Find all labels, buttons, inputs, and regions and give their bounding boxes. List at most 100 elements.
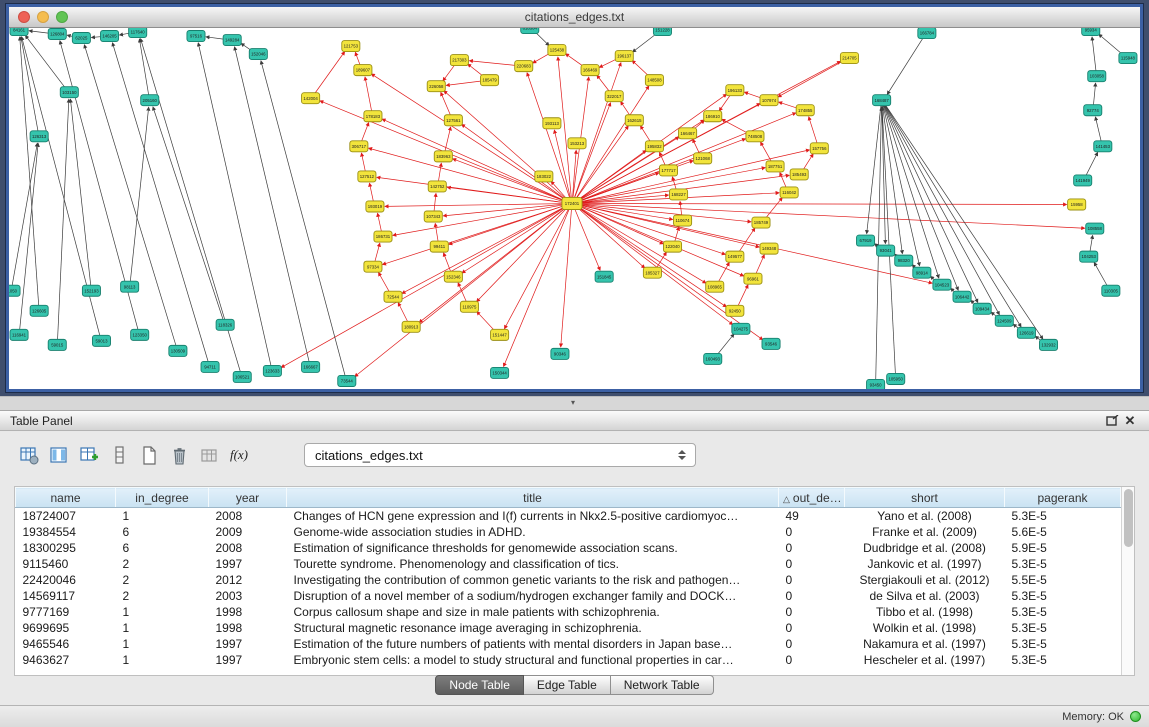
graph-node[interactable]: 107343 (424, 211, 442, 222)
table-row[interactable]: 2242004622012Investigating the contribut… (16, 572, 1121, 588)
cell-title[interactable]: Corpus callosum shape and size in male p… (287, 604, 779, 620)
new-table-icon[interactable] (136, 442, 162, 468)
cell-pagerank[interactable]: 5.3E-5 (1005, 604, 1121, 620)
graph-node[interactable]: 110975 (460, 301, 478, 312)
graph-node[interactable]: 151447 (491, 329, 509, 340)
graph-node[interactable]: 104523 (933, 279, 951, 290)
cell-in_degree[interactable]: 2 (116, 556, 209, 572)
graph-node[interactable]: 148508 (645, 75, 663, 86)
cell-title[interactable]: Estimation of significance thresholds fo… (287, 540, 779, 556)
graph-node[interactable]: 168227 (670, 189, 688, 200)
graph-node[interactable]: 62025 (72, 33, 90, 44)
graph-node[interactable]: 97516 (187, 31, 205, 42)
cell-year[interactable]: 1998 (209, 620, 287, 636)
cell-in_degree[interactable]: 2 (116, 572, 209, 588)
graph-node[interactable]: 152193 (82, 285, 100, 296)
cell-year[interactable]: 1997 (209, 556, 287, 572)
cell-short[interactable]: Jankovic et al. (1997) (845, 556, 1005, 572)
graph-node[interactable]: 226058 (427, 81, 445, 92)
window-titlebar[interactable]: citations_edges.txt (9, 7, 1140, 28)
table-row[interactable]: 911546021997Tourette syndrome. Phenomeno… (16, 556, 1121, 572)
column-header-short[interactable]: short (845, 488, 1005, 508)
column-header-title[interactable]: title (287, 488, 779, 508)
cell-out_degree[interactable]: 0 (779, 524, 845, 540)
graph-hub-node[interactable]: 172401 (562, 197, 582, 209)
graph-node[interactable]: 67919 (856, 235, 874, 246)
graph-node[interactable]: 193019 (366, 201, 384, 212)
cell-title[interactable]: Investigating the contribution of common… (287, 572, 779, 588)
table-row[interactable]: 1872400712008Changes of HCN gene express… (16, 508, 1121, 525)
graph-node[interactable]: 105950 (887, 373, 905, 384)
cell-out_degree[interactable]: 0 (779, 588, 845, 604)
graph-node[interactable]: 205160 (141, 95, 159, 106)
graph-node[interactable]: 217303 (450, 55, 468, 66)
graph-node[interactable]: 126605 (30, 305, 48, 316)
table-row[interactable]: 1830029562008Estimation of significance … (16, 540, 1121, 556)
graph-node[interactable]: 195832 (645, 141, 663, 152)
graph-node[interactable]: 124509 (995, 315, 1013, 326)
minimize-button[interactable] (37, 11, 49, 23)
graph-node[interactable]: 98914 (913, 267, 931, 278)
graph-node[interactable]: 116941 (10, 329, 28, 340)
graph-node[interactable]: 166784 (918, 28, 936, 39)
cell-out_degree[interactable]: 0 (779, 556, 845, 572)
graph-node[interactable]: 183022 (535, 171, 553, 182)
graph-node[interactable]: 123633 (263, 365, 281, 376)
new-column-icon[interactable] (76, 442, 102, 468)
table-row[interactable]: 977716911998Corpus callosum shape and si… (16, 604, 1121, 620)
graph-node[interactable]: 153213 (568, 138, 586, 149)
cell-out_degree[interactable]: 0 (779, 540, 845, 556)
graph-node[interactable]: 185749 (752, 217, 770, 228)
graph-node[interactable]: 187751 (766, 161, 784, 172)
graph-node[interactable]: 141949 (1074, 175, 1092, 186)
graph-node[interactable]: 103058 (1088, 71, 1106, 82)
cell-name[interactable]: 9115460 (16, 556, 116, 572)
cell-short[interactable]: Dudbridge et al. (2008) (845, 540, 1005, 556)
graph-node[interactable]: 92450 (726, 305, 744, 316)
graph-node[interactable]: 126313 (30, 131, 48, 142)
column-header-in_degree[interactable]: in_degree (116, 488, 209, 508)
column-visibility-icon[interactable] (46, 442, 72, 468)
graph-node[interactable]: 150344 (491, 367, 509, 378)
graph-node[interactable]: 196133 (726, 85, 744, 96)
graph-node[interactable]: 149348 (760, 243, 778, 254)
cell-name[interactable]: 18300295 (16, 540, 116, 556)
graph-node[interactable]: 142752 (428, 181, 446, 192)
cell-in_degree[interactable]: 6 (116, 540, 209, 556)
graph-node[interactable]: 152346 (444, 271, 462, 282)
graph-node[interactable]: 186910 (704, 111, 722, 122)
cell-pagerank[interactable]: 5.9E-5 (1005, 540, 1121, 556)
graph-node[interactable]: 177717 (659, 165, 677, 176)
cell-out_degree[interactable]: 49 (779, 508, 845, 525)
cell-pagerank[interactable]: 5.6E-5 (1005, 524, 1121, 540)
graph-node[interactable]: 818304 (521, 28, 539, 34)
cell-short[interactable]: Yano et al. (2008) (845, 508, 1005, 525)
graph-node[interactable]: 108965 (706, 281, 724, 292)
panel-divider[interactable]: ▾ (0, 396, 1149, 410)
graph-node[interactable]: 106521 (233, 371, 251, 382)
graph-node[interactable]: 160493 (704, 353, 722, 364)
cell-short[interactable]: Tibbo et al. (1998) (845, 604, 1005, 620)
graph-node[interactable]: 59015 (48, 339, 66, 350)
graph-node[interactable]: 84161 (10, 28, 28, 36)
graph-node[interactable]: 92774 (1084, 105, 1102, 116)
cell-year[interactable]: 1997 (209, 652, 287, 668)
graph-node[interactable]: 98113 (121, 281, 139, 292)
table-selector-dropdown[interactable]: citations_edges.txt (304, 443, 696, 467)
graph-node[interactable]: 142004 (302, 93, 320, 104)
cell-in_degree[interactable]: 1 (116, 604, 209, 620)
graph-node[interactable]: 193113 (543, 118, 561, 129)
graph-node[interactable]: 123350 (131, 329, 149, 340)
cell-title[interactable]: Tourette syndrome. Phenomenology and cla… (287, 556, 779, 572)
cell-name[interactable]: 14569117 (16, 588, 116, 604)
column-header-name[interactable]: name (16, 488, 116, 508)
cell-year[interactable]: 2003 (209, 588, 287, 604)
graph-node[interactable]: 149577 (726, 251, 744, 262)
cell-name[interactable]: 9699695 (16, 620, 116, 636)
cell-name[interactable]: 19384554 (16, 524, 116, 540)
cell-out_degree[interactable]: 0 (779, 620, 845, 636)
graph-node[interactable]: 185493 (790, 169, 808, 180)
graph-node[interactable]: 322017 (605, 91, 623, 102)
cell-short[interactable]: Nakamura et al. (1997) (845, 636, 1005, 652)
cell-in_degree[interactable]: 1 (116, 652, 209, 668)
